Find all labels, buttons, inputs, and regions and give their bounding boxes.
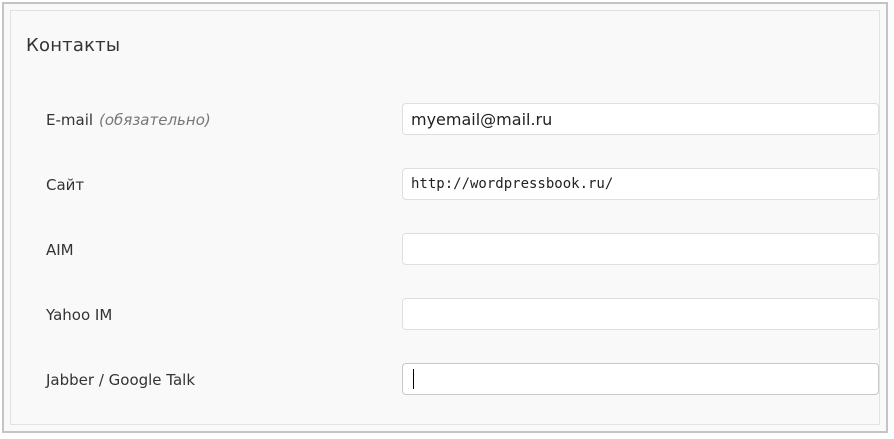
- section-title: Контакты: [26, 35, 121, 56]
- website-row: Сайт: [4, 168, 886, 202]
- yahoo-im-label: Yahoo IM: [46, 306, 113, 324]
- required-note: (обязательно): [99, 111, 211, 129]
- email-label-text: E-mail: [46, 111, 94, 129]
- email-row: E-mail (обязательно): [4, 103, 886, 137]
- text-cursor: [413, 369, 414, 389]
- jabber-field[interactable]: [402, 363, 879, 395]
- aim-row: AIM: [4, 233, 886, 267]
- email-label: E-mail (обязательно): [46, 111, 211, 129]
- contacts-panel: Контакты E-mail (обязательно) Сайт AIM Ya…: [2, 2, 888, 433]
- jabber-label: Jabber / Google Talk: [46, 371, 196, 389]
- website-field[interactable]: [402, 168, 879, 200]
- email-field[interactable]: [402, 103, 879, 135]
- jabber-row: Jabber / Google Talk: [4, 363, 886, 397]
- website-label: Сайт: [46, 176, 85, 194]
- yahoo-im-row: Yahoo IM: [4, 298, 886, 332]
- aim-field[interactable]: [402, 233, 879, 265]
- aim-label: AIM: [46, 241, 74, 259]
- yahoo-im-field[interactable]: [402, 298, 879, 330]
